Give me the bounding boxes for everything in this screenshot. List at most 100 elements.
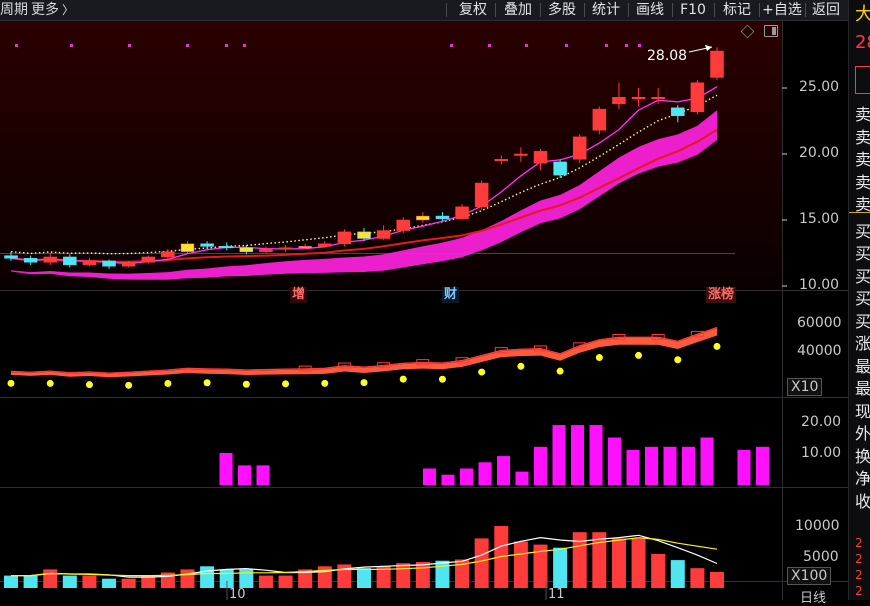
quote-label: 最 xyxy=(855,379,870,398)
volume-bar xyxy=(710,571,724,588)
volume-bar xyxy=(651,553,666,588)
volume-bar xyxy=(4,575,18,588)
overlay-button[interactable]: 叠加 xyxy=(499,0,537,20)
price-axis-label: 25.00 xyxy=(799,79,840,95)
candle-body xyxy=(278,247,293,250)
event-label-limit-up[interactable]: 涨榜 xyxy=(706,287,737,303)
sub2-bar xyxy=(645,446,658,485)
more-label: 更多 xyxy=(31,2,59,18)
volume-bar xyxy=(690,568,705,588)
sub2-bar xyxy=(497,456,510,485)
candle-body xyxy=(396,219,410,231)
volume-axis-label: 10000 xyxy=(795,518,840,534)
quote-label: 卖 xyxy=(855,172,870,192)
quote-label: 买 xyxy=(855,311,870,331)
candle-body xyxy=(161,251,175,258)
candle-body xyxy=(533,151,548,164)
volume-bar xyxy=(415,561,430,588)
sub2-bar xyxy=(552,425,566,485)
sub1-dot xyxy=(556,367,564,375)
sub2-bar xyxy=(219,453,233,485)
sub1-dot xyxy=(282,380,290,388)
panel-toggle-icon[interactable] xyxy=(764,25,778,37)
volume-bar xyxy=(396,563,411,588)
volume-bar xyxy=(611,538,626,588)
candle-body xyxy=(200,243,214,247)
sub2-bar xyxy=(682,446,695,485)
volume-bar xyxy=(200,566,215,588)
volume-scale-label: X100 xyxy=(787,567,832,585)
event-label-finance[interactable]: 财 xyxy=(442,287,460,303)
more-menu[interactable]: 更多〉 xyxy=(31,0,74,20)
period-tab-daily[interactable]: 日线 xyxy=(800,587,826,606)
sub1-dot xyxy=(360,379,368,387)
candle-body xyxy=(690,82,705,113)
candle-body xyxy=(102,260,116,267)
multi-stock-button[interactable]: 多股 xyxy=(544,0,580,20)
quote-label: 换 xyxy=(855,446,870,466)
sub1-dot xyxy=(85,381,93,389)
sub2-bar xyxy=(534,446,547,485)
sub1-band xyxy=(11,328,717,378)
separator xyxy=(495,3,496,17)
sub1-yellow-dots xyxy=(7,342,721,389)
sub1-dot xyxy=(7,379,15,387)
back-button[interactable]: 返回 xyxy=(807,0,845,20)
candle-body xyxy=(455,206,469,219)
statistics-button[interactable]: 统计 xyxy=(588,0,624,20)
sub1-dot xyxy=(125,381,133,389)
sub1-dot xyxy=(203,379,211,387)
quote-label: 卖 xyxy=(855,150,870,169)
draw-line-button[interactable]: 画线 xyxy=(632,0,668,20)
stock-name-fragment: 大 xyxy=(855,0,870,26)
separator xyxy=(805,3,806,17)
sub1-dot xyxy=(595,354,603,362)
candle-body xyxy=(219,246,234,249)
period-menu[interactable]: 周期 xyxy=(0,0,28,20)
volume-bar xyxy=(258,575,273,588)
volume-bar xyxy=(43,569,58,588)
event-label-increase[interactable]: 增 xyxy=(290,287,308,303)
sub2-bar xyxy=(460,468,473,485)
signal-dot xyxy=(15,44,18,47)
sub1-dot xyxy=(713,342,721,350)
sub2-axis-label: 20.00 xyxy=(801,414,842,430)
volume-bars xyxy=(4,526,724,588)
candle-body xyxy=(474,182,489,208)
volume-bar xyxy=(670,560,685,588)
mark-button[interactable]: 标记 xyxy=(718,0,756,20)
candle-body xyxy=(631,96,646,99)
signal-dot xyxy=(70,44,73,47)
sub2-bar xyxy=(478,462,492,485)
chevron-right-icon: 〉 xyxy=(62,3,75,17)
kline-chart-area[interactable]: 28.08 xyxy=(0,21,848,600)
quote-label: 现 xyxy=(855,401,870,421)
sub2-bar xyxy=(441,474,455,485)
volume-bar xyxy=(278,575,293,588)
separator xyxy=(584,3,585,17)
sub2-bar xyxy=(737,449,751,485)
sub1-line xyxy=(10,326,718,374)
quote-label: 卖 xyxy=(855,105,870,124)
restore-rights-button[interactable]: 复权 xyxy=(455,0,491,20)
f10-button[interactable]: F10 xyxy=(676,0,710,20)
add-watchlist-button[interactable]: +自选 xyxy=(760,0,804,20)
mini-value: 2 xyxy=(855,584,863,598)
candle-body xyxy=(23,258,38,263)
candle-body xyxy=(121,261,136,267)
sub1-dot xyxy=(399,375,407,383)
sub2-axis-label: 10.00 xyxy=(801,445,842,461)
volume-bar xyxy=(239,569,254,588)
candle-body xyxy=(494,159,509,162)
candle-body xyxy=(82,260,97,266)
signal-dot xyxy=(488,44,491,47)
sub1-dot xyxy=(46,379,54,387)
separator xyxy=(714,3,715,17)
sub1-axis-label: 60000 xyxy=(797,315,842,331)
quote-label: 买 xyxy=(855,244,870,263)
candle-body xyxy=(239,247,254,252)
signal-dot xyxy=(605,44,608,47)
volume-axis-label: 5000 xyxy=(803,549,839,565)
sub1-dot xyxy=(321,379,329,387)
sub1-dot xyxy=(478,368,486,376)
